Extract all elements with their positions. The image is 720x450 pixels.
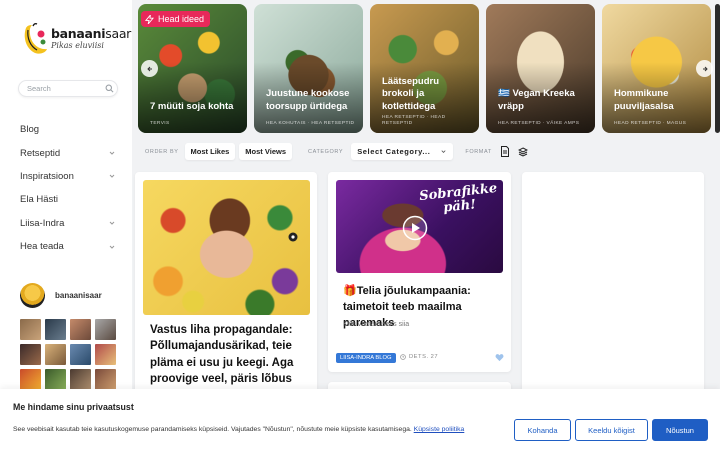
nav-item-label: Blog (20, 124, 40, 136)
instagram-thumb[interactable] (45, 344, 66, 365)
slide-title: 🇬🇷 Vegan Kreeka vräpp (498, 88, 575, 112)
chevron-down-icon (109, 245, 115, 249)
instagram-thumb[interactable] (95, 369, 116, 390)
instagram-thumb[interactable] (70, 319, 91, 340)
post-card-empty (522, 172, 704, 402)
slide-card[interactable]: Läätsepudru brokoli ja kotlettidega HEA … (370, 4, 479, 133)
lightning-icon (145, 14, 154, 24)
nav-item-retseptid[interactable]: Retseptid (20, 141, 116, 164)
logo-tagline: Pikas eluviisi (51, 40, 104, 50)
chevron-down-icon (109, 151, 115, 155)
slide-meta: HEA KOHUTAIS · HEA RETSEPTID (266, 121, 355, 127)
heart-icon[interactable] (495, 353, 504, 362)
nav-item-ela-hasti[interactable]: Ela Hästi (20, 188, 116, 211)
slide-meta: HEA RETSEPTID · VÄIKE AMPS (498, 121, 580, 127)
slide-overlay (486, 4, 595, 133)
arrow-right-icon (702, 66, 708, 71)
filter-bar: ORDER BY Most Likes Most Views CATEGORY … (145, 143, 528, 160)
slide-overlay (254, 4, 363, 133)
cookie-policy-link[interactable]: Küpsiste poliitika (414, 426, 465, 433)
chevron-down-icon (441, 150, 446, 153)
nav-item-hea-teada[interactable]: Hea teada (20, 235, 116, 258)
category-select-value: Select Category... (357, 147, 431, 156)
search-input[interactable] (18, 80, 118, 97)
order-by-label: ORDER BY (145, 148, 179, 155)
nav-item-inspiratsioon[interactable]: Inspiratsioon (20, 165, 116, 188)
profile-name[interactable]: banaanisaar (55, 291, 102, 300)
layers-format-icon[interactable] (517, 146, 528, 157)
post-image[interactable] (143, 180, 310, 315)
instagram-thumb[interactable] (20, 369, 41, 390)
video-overlay-text: Sobrafikke päh! (418, 180, 498, 216)
format-label: FORMAT (465, 148, 492, 155)
instagram-thumb[interactable] (20, 319, 41, 340)
nav-item-blog[interactable]: Blog (20, 118, 116, 141)
slide-meta: HEAD RETSEPTID · MAGUS (614, 121, 687, 127)
article-format-icon[interactable] (500, 146, 510, 157)
nav-item-label: Liisa-Indra (20, 217, 65, 229)
nav-item-label: Inspiratsioon (20, 170, 74, 182)
site-logo[interactable]: banaanisaar Pikas eluviisi (22, 22, 131, 56)
cookie-title: Me hindame sinu privaatsust (13, 402, 134, 412)
featured-slider: Head ideed 7 müüti soja kohta TERVIS Juu… (138, 4, 720, 133)
category-label: CATEGORY (308, 148, 344, 155)
cookie-consent-banner: Me hindame sinu privaatsust See veebisai… (0, 389, 720, 450)
accept-button[interactable]: Nõustun (652, 419, 708, 441)
slide-title: 7 müüti soja kohta (150, 100, 234, 112)
clock-icon (400, 354, 406, 360)
slide-meta: HEA RETSEPTID · HEAD RETSEPTID (382, 115, 446, 127)
most-views-button[interactable]: Most Views (239, 143, 293, 160)
slide-title: Läätsepudru brokoli ja kotlettidega (382, 75, 440, 112)
slide-meta: TERVIS (150, 121, 170, 127)
nav-item-label: Retseptid (20, 147, 61, 159)
reject-all-button[interactable]: Keeldu kõigist (575, 419, 648, 441)
slider-prev-button[interactable] (141, 60, 158, 77)
instagram-thumb[interactable] (95, 319, 116, 340)
video-thumbnail[interactable]: Sobrafikke päh! (336, 180, 503, 273)
instagram-thumb[interactable] (20, 344, 41, 365)
chevron-down-icon (109, 221, 115, 225)
category-select[interactable]: Select Category... (351, 143, 454, 160)
customize-button[interactable]: Kohanda (514, 419, 571, 441)
gallery-indicator-icon (288, 232, 298, 242)
slide-card[interactable]: Hommikune puuviljasalsa HEAD RETSEPTID ·… (602, 4, 711, 133)
most-likes-button[interactable]: Most Likes (184, 143, 236, 160)
slide-card[interactable]: 🇬🇷 Vegan Kreeka vräpp HEA RETSEPTID · VÄ… (486, 4, 595, 133)
logo-main-thin: saar (105, 26, 132, 42)
cookie-text: See veebisait kasutab teie kasutuskogemu… (13, 426, 464, 433)
nav-item-label: Ela Hästi (20, 194, 59, 206)
cookie-description: See veebisait kasutab teie kasutuskogemu… (13, 426, 412, 433)
arrow-left-icon (146, 66, 152, 71)
logo-main-bold: banaani (51, 26, 106, 42)
instagram-thumb[interactable] (45, 319, 66, 340)
avatar[interactable] (20, 283, 45, 308)
badge-label: Head ideed (158, 14, 205, 24)
search-icon[interactable] (105, 84, 114, 93)
slider-next-button[interactable] (696, 60, 713, 77)
instagram-profile[interactable]: banaanisaar (20, 283, 102, 308)
post-date: DETS. 27 (400, 354, 438, 360)
banana-logo-icon (24, 22, 47, 54)
head-ideed-badge: Head ideed (141, 11, 211, 27)
chevron-down-icon (109, 175, 115, 179)
instagram-thumb[interactable] (70, 344, 91, 365)
post-date-text: DETS. 27 (409, 354, 439, 360)
slide-card[interactable]: Juustune kookose toorsupp ürtidega HEA K… (254, 4, 363, 133)
instagram-thumb[interactable] (70, 369, 91, 390)
slide-title: Hommikune puuviljasalsa (614, 88, 674, 112)
instagram-thumb[interactable] (45, 369, 66, 390)
sidebar: banaanisaar Pikas eluviisi Blog Retsepti… (0, 0, 132, 450)
instagram-thumb[interactable] (95, 344, 116, 365)
slide-overlay (370, 4, 479, 133)
nav-item-liisa-indra[interactable]: Liisa-Indra (20, 212, 116, 235)
slide-card-partial[interactable] (715, 4, 720, 133)
post-subtitle: Kliki vaatamiseks siia (343, 321, 410, 328)
slide-overlay (602, 4, 711, 133)
slide-title: Juustune kookose toorsupp ürtidega (266, 88, 350, 112)
main-nav: Blog Retseptid Inspiratsioon Ela Hästi L… (20, 118, 116, 258)
category-badge[interactable]: LIISA-INDRA BLOG (336, 353, 396, 363)
play-icon[interactable] (402, 215, 428, 241)
nav-item-label: Hea teada (20, 241, 64, 253)
